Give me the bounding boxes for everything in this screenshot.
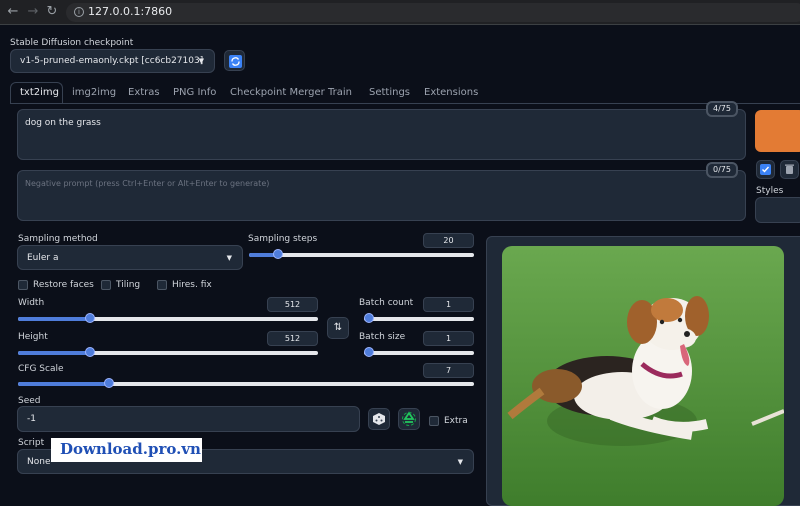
forward-arrow-icon[interactable]: → [25,4,41,19]
styles-dropdown[interactable] [755,197,800,223]
extra-seed-label: Extra [444,416,468,426]
height-input[interactable]: 512 [267,331,318,346]
address-bar[interactable]: i 127.0.0.1:7860 [66,3,800,22]
width-input[interactable]: 512 [267,297,318,312]
slider-fill [18,382,110,386]
extra-seed-checkbox[interactable] [429,416,439,426]
slider-thumb[interactable] [364,313,374,323]
refresh-checkpoint-button[interactable] [224,50,245,71]
hires-fix-checkbox[interactable] [157,280,167,290]
negative-prompt-placeholder: Negative prompt (press Ctrl+Enter or Alt… [25,179,270,188]
batch-size-input[interactable]: 1 [423,331,474,346]
tiling-label: Tiling [116,280,141,290]
checkpoint-value: v1-5-pruned-emaonly.ckpt [cc6cb27103] [20,56,204,66]
batch-size-label: Batch size [359,332,406,342]
hires-fix-label: Hires. fix [172,280,212,290]
script-label: Script [18,438,45,448]
generate-button[interactable] [755,110,800,152]
checkbox-style-button[interactable] [756,160,775,179]
tab-divider [10,103,800,104]
tab-txt2img[interactable]: txt2img [20,87,59,98]
seed-label: Seed [18,396,41,406]
swap-dimensions-button[interactable]: ⇅ [327,317,349,339]
slider-track [364,351,474,355]
seed-input[interactable]: -1 [17,406,360,432]
cfg-scale-label: CFG Scale [18,364,64,374]
reuse-seed-button[interactable] [398,408,420,430]
tab-settings[interactable]: Settings [369,87,410,98]
generated-image[interactable] [502,246,784,506]
cfg-scale-input[interactable]: 7 [423,363,474,378]
cfg-scale-slider[interactable] [18,378,474,389]
sampling-steps-input[interactable]: 20 [423,233,474,248]
browser-toolbar: ← → ↻ i 127.0.0.1:7860 [0,0,800,25]
chevron-down-icon: ▼ [226,253,232,262]
info-icon[interactable]: i [74,7,84,17]
sampling-method-label: Sampling method [18,234,98,244]
tab-png-info[interactable]: PNG Info [173,87,216,98]
checkpoint-label: Stable Diffusion checkpoint [10,38,134,48]
url-text: 127.0.0.1:7860 [88,5,173,18]
chevron-down-icon: ▼ [457,457,463,466]
height-slider[interactable] [18,347,318,358]
watermark: Download.pro.vn [51,438,202,462]
sampling-steps-label: Sampling steps [248,234,318,244]
sampling-method-dropdown[interactable]: Euler a ▼ [17,245,243,270]
tab-train[interactable]: Train [328,87,352,98]
negative-prompt-textarea[interactable]: Negative prompt (press Ctrl+Enter or Alt… [17,170,746,221]
chevron-down-icon: ▼ [198,57,204,65]
dog-image [502,246,784,506]
slider-thumb[interactable] [273,249,284,259]
seed-value: -1 [27,414,36,424]
swap-icon: ⇅ [333,322,343,333]
slider-fill [18,351,90,355]
trash-icon [785,164,794,174]
batch-count-slider[interactable] [364,313,474,324]
tab-extensions[interactable]: Extensions [424,87,478,98]
tab-checkpoint-merger[interactable]: Checkpoint Merger [230,87,325,98]
random-seed-button[interactable] [368,408,390,430]
checkpoint-dropdown[interactable]: v1-5-pruned-emaonly.ckpt [cc6cb27103] ▼ [10,49,215,73]
slider-thumb[interactable] [85,347,95,357]
refresh-icon [229,55,242,68]
check-icon [760,164,771,175]
batch-count-input[interactable]: 1 [423,297,474,312]
width-label: Width [18,298,45,308]
prompt-token-counter: 4/75 [706,101,738,117]
prompt-text: dog on the grass [25,118,101,128]
height-label: Height [18,332,48,342]
sampling-method-value: Euler a [27,252,59,263]
watermark-text: Download.pro.vn [60,440,201,458]
batch-size-slider[interactable] [364,347,474,358]
batch-count-label: Batch count [359,298,414,308]
tab-extras[interactable]: Extras [128,87,160,98]
prompt-textarea[interactable]: dog on the grass [17,109,746,160]
width-slider[interactable] [18,313,318,324]
slider-thumb[interactable] [85,313,95,323]
sampling-steps-slider[interactable] [249,249,474,260]
restore-faces-checkbox[interactable] [18,280,28,290]
negative-prompt-token-counter: 0/75 [706,162,738,178]
slider-thumb[interactable] [104,378,115,388]
recycle-icon [402,411,416,426]
trash-button[interactable] [780,160,799,179]
slider-fill [18,317,90,321]
slider-track [364,317,474,321]
script-value: None [27,456,51,467]
styles-label: Styles [756,186,784,196]
tab-img2img[interactable]: img2img [72,87,116,98]
restore-faces-label: Restore faces [33,280,94,290]
tiling-checkbox[interactable] [101,280,111,290]
dice-icon [373,413,385,425]
slider-thumb[interactable] [364,347,374,357]
back-arrow-icon[interactable]: ← [5,4,21,19]
reload-icon[interactable]: ↻ [44,4,60,19]
